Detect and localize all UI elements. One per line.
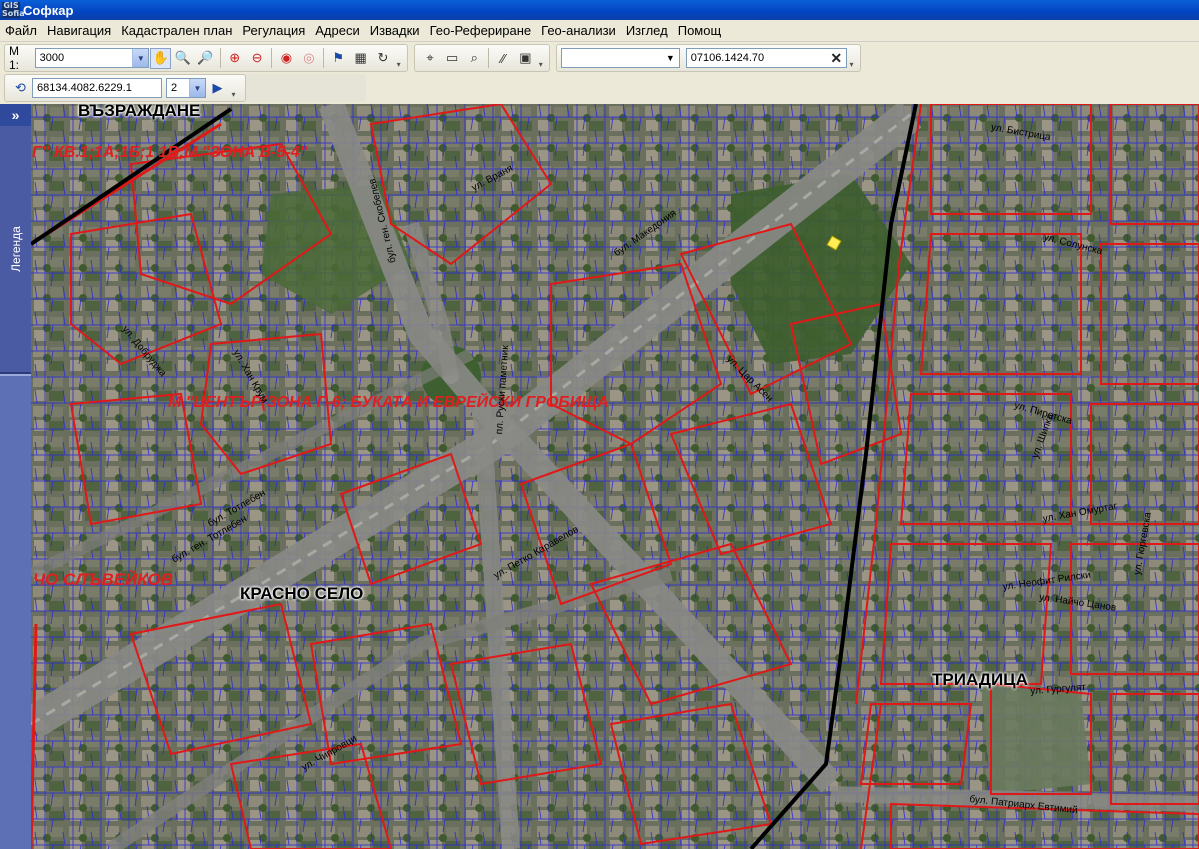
measure-icon[interactable]: ⌕ — [464, 48, 484, 69]
coordinates-input[interactable]: 68134.4082.6229.1 — [32, 78, 162, 98]
edit-toolbar: ⌖ ▭ ⌕ ⁄⁄ ▣ ▾ — [414, 44, 550, 72]
zoom-in-red-icon[interactable]: ⊕ — [225, 48, 245, 69]
menu-view[interactable]: Изглед — [621, 23, 673, 38]
toolbar-grip-icon[interactable]: ▾ — [229, 75, 238, 101]
pan-hand-icon[interactable]: ✋ — [150, 47, 171, 69]
level-value: 2 — [171, 82, 178, 94]
line-icon[interactable]: ⁄⁄ — [493, 48, 513, 69]
zone-label-b-5-4: Г" КВ.1;1А;1Б;1 1В;М."ЗОНА В-5-4" — [32, 144, 308, 161]
flag-icon[interactable]: ⚑ — [328, 48, 348, 69]
menu-extracts[interactable]: Извадки — [365, 23, 425, 38]
chevron-down-icon[interactable]: ▼ — [132, 49, 149, 67]
level-select[interactable]: 2 ▼ — [166, 78, 206, 98]
search-toolbar: ▼ 07106.1424.70 ✕ ▾ — [556, 44, 861, 72]
toolbar-area: М 1: 3000 ▼ ✋ 🔍 🔎 ⊕ ⊖ ◉ ◎ ⚑ ▦ ↻ ▾ ⌖ ▭ ⌕ … — [0, 42, 1199, 104]
rectangle-icon[interactable]: ▭ — [442, 48, 462, 69]
coordinate-toolbar: ⟲ 68134.4082.6229.1 2 ▼ ▶ ▾ — [4, 74, 246, 102]
legend-tab-label: Легенда — [8, 226, 23, 272]
map-view[interactable]: » Легенда ВЪЗРАЖДАНЕ КРАСНО СЕЛО ТРИАДИЦ… — [0, 104, 1199, 849]
window-title: Софкар — [23, 2, 74, 18]
menu-regulation[interactable]: Регулация — [237, 23, 310, 38]
image-icon[interactable]: ▣ — [515, 48, 535, 69]
menu-geoanalysis[interactable]: Гео-анализи — [536, 23, 621, 38]
legend-sidebar: » Легенда — [0, 104, 31, 849]
parcel-id-input[interactable]: 07106.1424.70 ✕ — [685, 48, 848, 68]
scale-label: М 1: — [9, 44, 20, 72]
chevron-down-icon[interactable]: ▼ — [189, 79, 205, 97]
toolbar-grip-icon[interactable]: ▾ — [394, 45, 403, 71]
refresh-icon[interactable]: ↻ — [373, 48, 393, 69]
legend-tab[interactable]: Легенда — [0, 126, 31, 374]
zoom-out-red-icon[interactable]: ⊖ — [247, 48, 267, 69]
locate-coordinates-icon[interactable]: ⟲ — [10, 78, 31, 99]
toolbar-grip-icon[interactable]: ▾ — [536, 45, 545, 71]
menu-navigation[interactable]: Навигация — [42, 23, 116, 38]
layer-select[interactable]: ▼ — [561, 48, 680, 68]
clear-x-icon[interactable]: ✕ — [830, 50, 846, 67]
navigation-toolbar: М 1: 3000 ▼ ✋ 🔍 🔎 ⊕ ⊖ ◉ ◎ ⚑ ▦ ↻ ▾ — [4, 44, 408, 72]
zone-label-slaveykov: ЧО СЛЪВЕЙКОВ — [33, 570, 174, 589]
zone-label-center: М."ЦЕНТЪР(ЗОНА Г-6; БУКАТА И ЕВРЕЙСКИ ГР… — [168, 394, 609, 411]
parcel-id-value: 07106.1424.70 — [690, 52, 765, 64]
title-bar: GIS Sofia Софкар — [0, 0, 1199, 20]
coordinates-value: 68134.4082.6229.1 — [37, 82, 132, 94]
scale-select[interactable]: 3000 ▼ — [34, 48, 150, 68]
zoom-previous-icon[interactable]: ◉ — [276, 48, 296, 69]
menu-file[interactable]: Файл — [0, 23, 42, 38]
menu-georeferencing[interactable]: Гео-Рефериране — [425, 23, 537, 38]
zoom-out-icon[interactable]: 🔎 — [195, 48, 215, 69]
play-icon[interactable]: ▶ — [207, 78, 228, 99]
district-label-vazrazhdane: ВЪЗРАЖДАНЕ — [78, 104, 201, 120]
district-label-triaditsa: ТРИАДИЦА — [932, 670, 1028, 689]
chevron-down-icon[interactable]: ▼ — [666, 53, 679, 63]
app-logo-icon: GIS Sofia — [2, 1, 25, 18]
menu-bar: Файл Навигация Кадастрален план Регулаци… — [0, 20, 1199, 42]
select-icon[interactable]: ⌖ — [420, 48, 440, 69]
district-label-krasno-selo: КРАСНО СЕЛО — [240, 584, 364, 603]
zoom-next-icon[interactable]: ◎ — [299, 48, 319, 69]
zoom-in-icon[interactable]: 🔍 — [173, 48, 193, 69]
scale-value: 3000 — [39, 52, 65, 64]
menu-cadastral-plan[interactable]: Кадастрален план — [116, 23, 237, 38]
grid-icon[interactable]: ▦ — [350, 48, 370, 69]
orthophoto-map[interactable] — [31, 104, 1199, 849]
expand-sidebar-button[interactable]: » — [0, 104, 31, 126]
toolbar-grip-icon[interactable]: ▾ — [847, 45, 856, 71]
menu-addresses[interactable]: Адреси — [310, 23, 364, 38]
menu-help[interactable]: Помощ — [673, 23, 726, 38]
